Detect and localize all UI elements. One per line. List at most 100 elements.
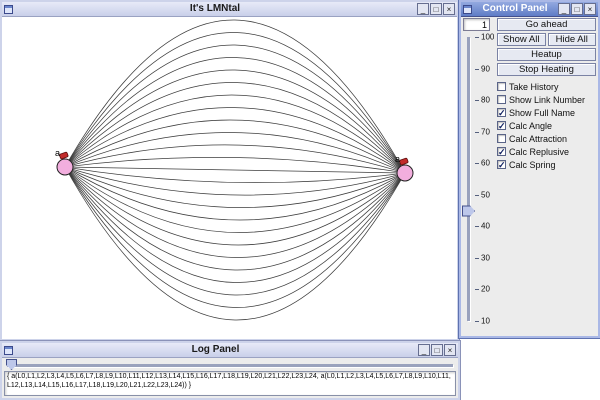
- link-curve: [65, 167, 405, 320]
- checkbox-label: Show Full Name: [509, 108, 575, 118]
- slider-label: 90: [481, 64, 490, 73]
- checkbox-show-full-name[interactable]: ✓Show Full Name: [497, 107, 596, 118]
- controls-column: Go ahead Show All Hide All Heatup Stop H…: [495, 18, 597, 335]
- atom-icon: [399, 158, 408, 165]
- checkbox-take-history[interactable]: Take History: [497, 81, 596, 92]
- slider-tick: [475, 163, 479, 164]
- link-curve: [65, 167, 405, 308]
- checkbox-box[interactable]: ✓: [497, 147, 506, 156]
- slider-tick: [475, 289, 479, 290]
- link-curve: [65, 167, 405, 208]
- window-icon: [463, 5, 472, 14]
- window-icon: [4, 5, 13, 14]
- graph-svg[interactable]: aa: [2, 17, 457, 339]
- window-title: It's LMNtal: [15, 2, 415, 16]
- slider-label: 10: [481, 317, 490, 326]
- atom-icon: [59, 152, 68, 159]
- stop-heating-button[interactable]: Stop Heating: [497, 63, 596, 76]
- window-lmntal: It's LMNtal _ □ × aa: [0, 0, 459, 341]
- checkbox-calc-replusive[interactable]: ✓Calc Replusive: [497, 146, 596, 157]
- temperature-slider[interactable]: 100908070605040302010: [462, 35, 495, 323]
- link-curve: [65, 45, 405, 173]
- checkbox-box[interactable]: [497, 134, 506, 143]
- atom[interactable]: a: [55, 148, 73, 175]
- log-slider-thumb[interactable]: [6, 359, 17, 370]
- graph-canvas[interactable]: aa: [2, 17, 457, 339]
- slider-tick: [475, 321, 479, 322]
- minimize-button[interactable]: _: [558, 3, 570, 15]
- slider-track[interactable]: [467, 37, 470, 321]
- link-curve: [65, 167, 405, 283]
- checkbox-box[interactable]: [497, 95, 506, 104]
- titlebar-lmntal[interactable]: It's LMNtal _ □ ×: [2, 2, 457, 17]
- link-curve: [65, 167, 405, 173]
- window-title: Log Panel: [15, 343, 416, 357]
- step-count-field[interactable]: [463, 18, 490, 31]
- atom-label: a: [55, 148, 60, 158]
- checkbox-box[interactable]: ✓: [497, 108, 506, 117]
- log-output[interactable]: { a(L0,L1,L2,L3,L4,L5,L6,L7,L8,L9,L10,L1…: [4, 371, 456, 396]
- checkbox-box[interactable]: ✓: [497, 160, 506, 169]
- checkbox-calc-angle[interactable]: ✓Calc Angle: [497, 120, 596, 131]
- heatup-button[interactable]: Heatup: [497, 48, 596, 61]
- checkbox-show-link-number[interactable]: Show Link Number: [497, 94, 596, 105]
- link-curve: [65, 57, 405, 173]
- close-button[interactable]: ×: [444, 344, 456, 356]
- minimize-button[interactable]: _: [417, 3, 429, 15]
- window-title: Control Panel: [474, 2, 556, 16]
- window-controls: _ □ ×: [558, 3, 596, 15]
- checkbox-label: Calc Spring: [509, 160, 556, 170]
- hide-all-button[interactable]: Hide All: [548, 33, 597, 46]
- link-curve: [65, 167, 405, 295]
- checkbox-label: Take History: [509, 82, 559, 92]
- show-all-button[interactable]: Show All: [497, 33, 546, 46]
- titlebar-control-panel[interactable]: Control Panel _ □ ×: [461, 2, 598, 17]
- show-hide-row: Show All Hide All: [497, 33, 596, 46]
- checkbox-label: Show Link Number: [509, 95, 585, 105]
- slider-tick: [475, 100, 479, 101]
- slider-label: 20: [481, 285, 490, 294]
- slider-tick: [475, 132, 479, 133]
- atom-circle[interactable]: [57, 159, 73, 175]
- slider-tick: [475, 69, 479, 70]
- slider-column: 100908070605040302010: [462, 18, 495, 335]
- checkbox-box[interactable]: [497, 82, 506, 91]
- slider-tick: [475, 37, 479, 38]
- slider-tick: [475, 195, 479, 196]
- slider-ticks: [475, 37, 479, 321]
- slider-tick: [475, 258, 479, 259]
- slider-label: 50: [481, 190, 490, 199]
- slider-label: 40: [481, 222, 490, 231]
- link-curve: [65, 32, 405, 173]
- go-ahead-button[interactable]: Go ahead: [497, 18, 596, 31]
- log-slider-track[interactable]: [7, 364, 453, 367]
- checkbox-label: Calc Angle: [509, 121, 552, 131]
- slider-label: 60: [481, 159, 490, 168]
- atom-label: a: [395, 154, 400, 164]
- maximize-button[interactable]: □: [571, 3, 583, 15]
- slider-label: 30: [481, 253, 490, 262]
- maximize-button[interactable]: □: [431, 344, 443, 356]
- control-panel-body: 100908070605040302010 Go ahead Show All …: [461, 17, 598, 336]
- window-icon: [4, 346, 13, 355]
- slider-label: 70: [481, 127, 490, 136]
- checkbox-calc-attraction[interactable]: Calc Attraction: [497, 133, 596, 144]
- maximize-button[interactable]: □: [430, 3, 442, 15]
- minimize-button[interactable]: _: [418, 344, 430, 356]
- atom-circle[interactable]: [397, 165, 413, 181]
- window-controls: _ □ ×: [418, 344, 456, 356]
- close-button[interactable]: ×: [443, 3, 455, 15]
- titlebar-log-panel[interactable]: Log Panel _ □ ×: [2, 343, 458, 358]
- window-control-panel: Control Panel _ □ × 10090807060504030201…: [459, 0, 600, 338]
- slider-thumb[interactable]: [462, 206, 475, 217]
- window-controls: _ □ ×: [417, 3, 455, 15]
- slider-labels: 100908070605040302010: [481, 37, 495, 321]
- log-panel-body: { a(L0,L1,L2,L3,L4,L5,L6,L7,L8,L9,L10,L1…: [2, 358, 458, 398]
- checkbox-box[interactable]: ✓: [497, 121, 506, 130]
- slider-tick: [475, 226, 479, 227]
- log-history-slider[interactable]: [4, 359, 456, 370]
- checkbox-calc-spring[interactable]: ✓Calc Spring: [497, 159, 596, 170]
- link-curve: [65, 132, 405, 173]
- checkbox-label: Calc Replusive: [509, 147, 569, 157]
- close-button[interactable]: ×: [584, 3, 596, 15]
